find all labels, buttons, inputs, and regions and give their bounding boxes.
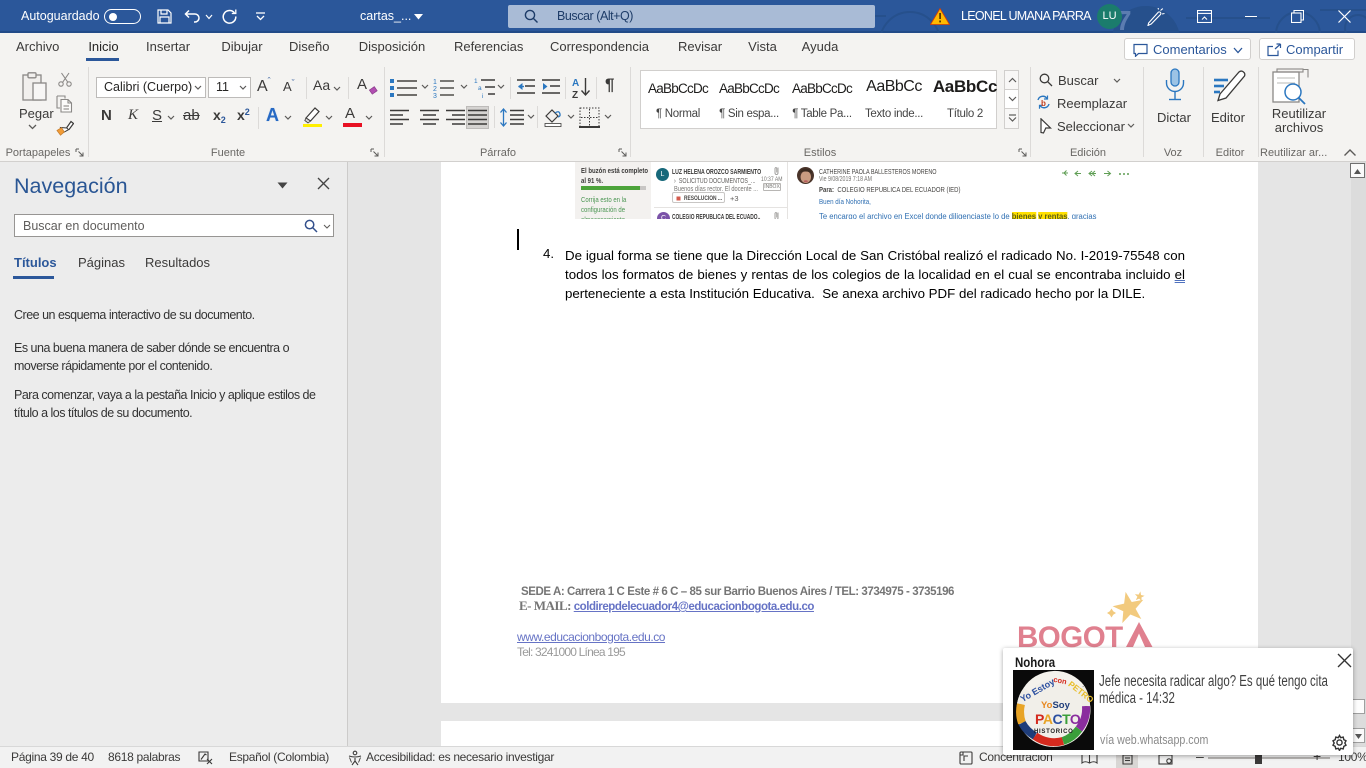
svg-text:b: b xyxy=(1041,99,1046,108)
svg-text:A: A xyxy=(572,78,579,89)
svg-text:Z: Z xyxy=(572,90,578,99)
svg-text:PACTO: PACTO xyxy=(1035,711,1081,727)
svg-text:YoSoy: YoSoy xyxy=(1041,700,1071,711)
svg-text:i: i xyxy=(482,93,483,98)
svg-text:3: 3 xyxy=(433,93,437,98)
svg-text:1: 1 xyxy=(474,78,478,85)
svg-text:2: 2 xyxy=(433,86,437,93)
svg-text:HISTORICO: HISTORICO xyxy=(1034,729,1074,735)
svg-text:1: 1 xyxy=(433,79,437,86)
svg-text:a: a xyxy=(478,85,482,92)
